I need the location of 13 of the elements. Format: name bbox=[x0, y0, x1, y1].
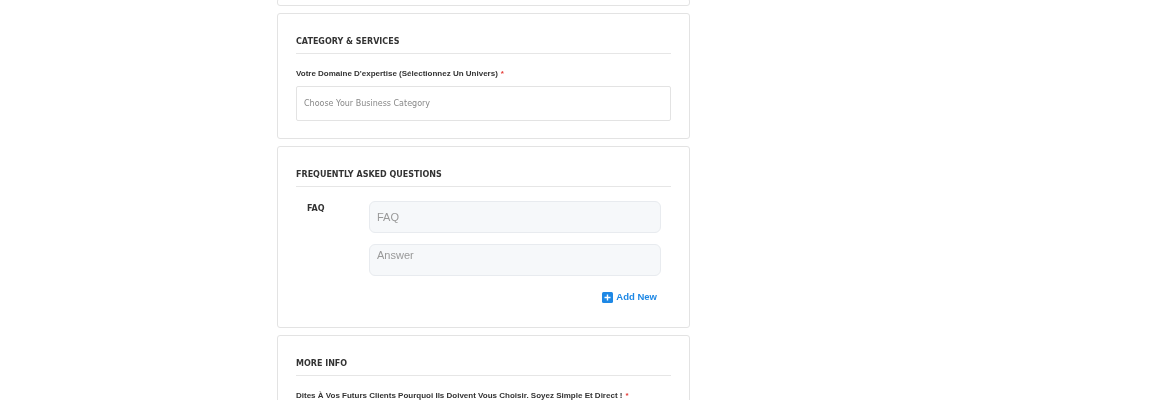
plus-icon bbox=[602, 291, 614, 303]
field-label: Votre Domaine D'expertise (Sélectionnez Un Univers) bbox=[296, 69, 498, 78]
question-field[interactable]: FAQ bbox=[369, 201, 661, 233]
section-title: FREQUENTLY ASKED QUESTIONS bbox=[296, 170, 442, 179]
required-mark: * bbox=[500, 69, 504, 78]
section-title: CATEGORY & SERVICES bbox=[296, 37, 400, 46]
required-mark: * bbox=[625, 391, 629, 400]
answer-field[interactable]: Answer bbox=[369, 244, 661, 276]
field-label: Dites À Vos Futurs Clients Pourquoi Ils Doivent Vous Choisir. Soyez Simple Et Direct ! bbox=[296, 391, 623, 400]
section-title: MORE INFO bbox=[296, 359, 348, 368]
category-select[interactable]: Choose Your Business Category bbox=[296, 86, 671, 121]
faq-label: FAQ bbox=[306, 203, 326, 215]
add-new-button[interactable]: Add New bbox=[602, 291, 657, 303]
